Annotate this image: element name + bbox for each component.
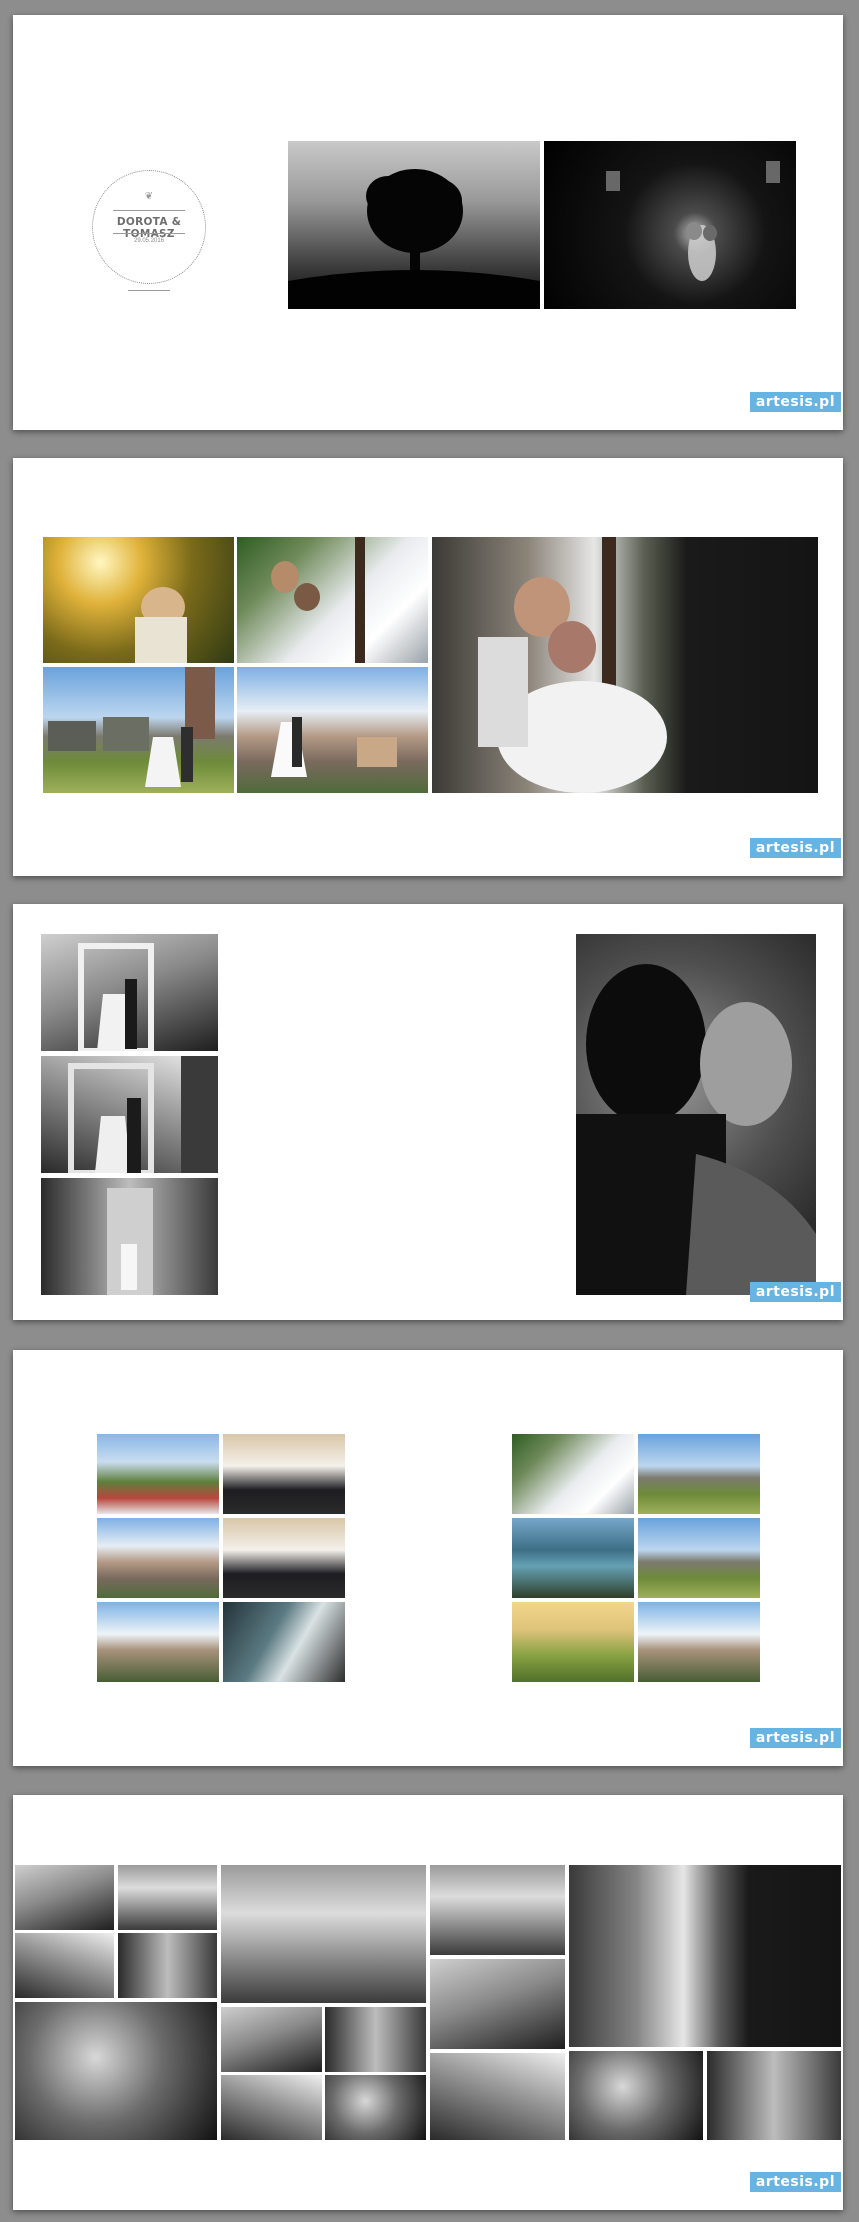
old-trucks-photo <box>638 1518 760 1598</box>
rooftop-city-photo <box>237 667 428 793</box>
bw-couple-small-1-photo <box>221 2007 322 2072</box>
bw-rooftop-city-photo <box>221 1865 426 2003</box>
window-light-couple-photo <box>223 1602 345 1682</box>
bw-street-photo <box>430 2053 565 2140</box>
bw-couple-small-4-photo <box>325 2075 426 2140</box>
bw-trees-couple-photo <box>118 1865 217 1930</box>
tree-silhouette-photo <box>288 141 540 309</box>
couple-night-lanterns-photo <box>544 141 796 309</box>
watermark-badge: artesis.pl <box>749 838 841 858</box>
bw-smiling-couple-photo <box>15 2002 217 2140</box>
window-kiss-large-photo <box>432 537 818 793</box>
city-view-couple-photo <box>97 1602 219 1682</box>
album-spread-5: artesis.pl <box>13 1795 843 2210</box>
sunlit-embrace-photo <box>43 537 234 663</box>
silhouette-kiss-bw-photo <box>576 934 816 1295</box>
album-spread-3: artesis.pl <box>13 904 843 1320</box>
doorway-bw-3-photo <box>41 1178 218 1295</box>
bw-corridor-photo <box>15 1865 114 1930</box>
album-spread-1: ❦ DOROTA & TOMASZ 29.05.2016 artesis.pl <box>13 15 843 430</box>
tram-street-photo <box>97 1518 219 1598</box>
bw-couple-small-3-photo <box>221 2075 322 2140</box>
street-kiss-photo <box>223 1434 345 1514</box>
bw-old-car-photo <box>430 1959 565 2049</box>
bw-dress-detail-photo <box>15 1933 114 1998</box>
watermark-badge: artesis.pl <box>749 392 841 412</box>
bw-dress-floor-photo <box>569 2051 703 2140</box>
golden-meadow-photo <box>512 1602 634 1682</box>
bw-tower-field-photo <box>430 1865 565 1955</box>
couple-names: DOROTA & TOMASZ <box>116 216 182 240</box>
blue-car-photo <box>512 1518 634 1598</box>
doorway-bw-1-photo <box>41 934 218 1051</box>
window-dress-photo <box>237 537 428 663</box>
doorway-bw-2-photo <box>41 1056 218 1173</box>
bw-light-corridor-photo <box>707 2051 841 2140</box>
monogram-logo: ❦ DOROTA & TOMASZ 29.05.2016 <box>92 170 206 284</box>
watermark-badge: artesis.pl <box>749 2172 841 2192</box>
watermark-badge: artesis.pl <box>749 1728 841 1748</box>
tower-field-photo <box>638 1434 760 1514</box>
rooftop-veil-photo <box>638 1602 760 1682</box>
album-spread-2: artesis.pl <box>13 458 843 876</box>
wedding-date: 29.05.2016 <box>133 238 165 244</box>
smiling-couple-photo <box>223 1518 345 1598</box>
bw-window-couple-photo <box>118 1933 217 1998</box>
old-trucks-field-photo <box>43 667 234 793</box>
window-dress-small-photo <box>512 1434 634 1514</box>
watermark-badge: artesis.pl <box>749 1282 841 1302</box>
bw-couple-small-2-photo <box>325 2007 426 2072</box>
crown-ornament-icon: ❦ <box>144 191 154 202</box>
bw-window-kiss-large-photo <box>569 1865 841 2047</box>
ferris-wheel-red-dress-photo <box>97 1434 219 1514</box>
album-spread-4: artesis.pl <box>13 1350 843 1766</box>
